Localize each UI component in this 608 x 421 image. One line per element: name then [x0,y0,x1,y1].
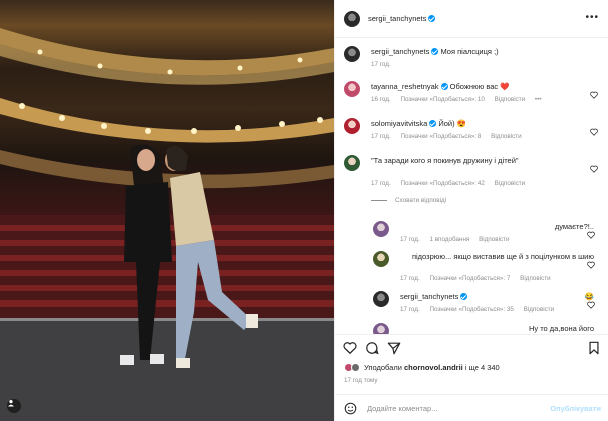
comment-body: tayanna_reshetnyak Обожнюю вас ❤️ [371,82,597,92]
comments-list[interactable]: sergii_tanchynets Моя піалсциця ;) 17 го… [335,38,608,334]
author-username-text[interactable]: sergii_tanchynets [368,14,426,23]
comment-text: Йой) 😍 [438,119,467,128]
post-time: 17 год тому [344,377,378,384]
liked-by-text: Уподобали chornovol.andrii і ще 4 340 [364,363,500,372]
comment-username[interactable]: solomiyavitvitska [371,119,427,128]
comment-time: 17 год. [371,180,391,187]
comment-text: "Та заради кого я покинув дружину і діте… [371,156,519,165]
liked-by: Уподобали chornovol.andrii і ще 4 340 [344,363,500,372]
reply-likes-link[interactable]: Позначки «Подобається»: 7 [429,275,510,282]
comment-likes-link[interactable]: Позначки «Подобається»: 8 [400,133,481,140]
post-actions: Уподобали chornovol.andrii і ще 4 340 17… [335,334,608,394]
reply-likes-link[interactable]: 1 вподобання [429,236,469,243]
avatar[interactable] [344,10,360,27]
reply-body: підозрюю... якщо виставив ще й з поцілун… [400,252,594,262]
reply-time: 17 год. [400,275,420,282]
reply-button[interactable]: Відповісти [520,275,550,282]
comment-text: Обожнюю вас ❤️ [449,82,510,91]
verified-badge-icon [440,83,448,90]
liked-by-user-link[interactable]: chornovol.andrii [404,363,463,372]
caption-username[interactable]: sergii_tanchynets [371,47,429,56]
author-username[interactable]: sergii_tanchynets [368,14,436,23]
verified-badge-icon [428,15,436,22]
heart-icon[interactable] [587,296,595,309]
reply-likes-link[interactable]: Позначки «Подобається»: 35 [429,306,513,313]
avatar[interactable] [344,118,360,134]
divider [371,200,387,201]
reply-meta: 17 год. Позначки «Подобається»: 7 Відпов… [400,275,559,282]
avatar[interactable] [344,155,360,171]
hide-replies-button[interactable]: Сховати відповіді [371,197,446,204]
caption-meta: 17 год. [371,61,399,68]
comment-meta: 16 год. Позначки «Подобається»: 10 Відпо… [371,96,550,103]
avatar [351,363,360,372]
reply-time: 17 год. [400,306,420,313]
comment-meta: 17 год. Позначки «Подобається»: 42 Відпо… [371,180,533,187]
share-icon[interactable] [387,341,401,355]
heart-icon[interactable] [587,256,595,269]
avatar[interactable] [344,81,360,97]
comment-body: "Та заради кого я покинув дружину і діте… [371,156,597,166]
comment-meta: 17 год. Позначки «Подобається»: 8 Відпов… [371,133,530,140]
reply-button[interactable]: Відповісти [495,180,525,187]
hide-replies-label[interactable]: Сховати відповіді [395,197,446,204]
reply-button[interactable]: Відповісти [524,306,554,313]
heart-icon[interactable] [343,341,357,355]
heart-icon[interactable] [590,123,598,136]
heart-icon[interactable] [587,226,595,239]
post-comment-button[interactable]: Опублікувати [550,404,601,413]
reply-meta: 17 год. Позначки «Подобається»: 35 Відпо… [400,306,562,313]
post-panel: sergii_tanchynets ••• sergii_tanchynets … [334,0,608,421]
reply-body: sergii_tanchynets 😂 [400,292,594,302]
post-photo[interactable] [0,0,334,421]
avatar[interactable] [373,291,389,307]
caption-time: 17 год. [371,61,391,68]
avatar[interactable] [373,251,389,267]
caption-text: Моя піалсциця ;) [440,47,499,56]
user-tag-icon[interactable] [7,399,21,413]
reply-meta: 17 год. 1 вподобання Відповісти [400,236,518,243]
comment-composer: Опублікувати [335,394,608,421]
theater-scene [0,28,334,421]
reply-body: думаєте?!.. [400,222,594,232]
post-header: sergii_tanchynets ••• [335,0,608,38]
comment-body: solomiyavitvitska Йой) 😍 [371,119,597,129]
reply-button[interactable]: Відповісти [491,133,521,140]
reply-text: підозрюю... якщо виставив ще й з поцілун… [411,252,594,261]
comment-likes-link[interactable]: Позначки «Подобається»: 42 [400,180,484,187]
comment-username[interactable]: tayanna_reshetnyak [371,82,439,91]
comment-input[interactable] [367,403,542,413]
bookmark-icon[interactable] [587,341,601,355]
reply-time: 17 год. [400,236,420,243]
avatar[interactable] [373,323,389,334]
reply-button[interactable]: Відповісти [495,96,525,103]
reply-text: Ну то да,вона його [528,324,594,333]
heart-icon[interactable] [590,160,598,173]
more-icon[interactable]: ••• [535,96,542,103]
likes-count-link[interactable]: і ще 4 340 [465,363,500,372]
reply-username[interactable]: sergii_tanchynets [400,292,458,301]
liked-by-prefix: Уподобали [364,363,402,372]
comment-likes-link[interactable]: Позначки «Подобається»: 10 [400,96,484,103]
avatar[interactable] [373,221,389,237]
reply-button[interactable]: Відповісти [479,236,509,243]
verified-badge-icon [429,120,437,127]
caption-body: sergii_tanchynets Моя піалсциця ;) [371,47,597,57]
comment-time: 16 год. [371,96,391,103]
more-icon[interactable]: ••• [585,12,599,23]
comment-icon[interactable] [365,341,379,355]
emoji-icon[interactable] [344,402,357,415]
comment-time: 17 год. [371,133,391,140]
reply-body: Ну то да,вона його [400,324,594,334]
heart-icon[interactable] [590,86,598,99]
verified-badge-icon [460,293,468,300]
avatar[interactable] [344,46,360,62]
verified-badge-icon [431,48,439,55]
